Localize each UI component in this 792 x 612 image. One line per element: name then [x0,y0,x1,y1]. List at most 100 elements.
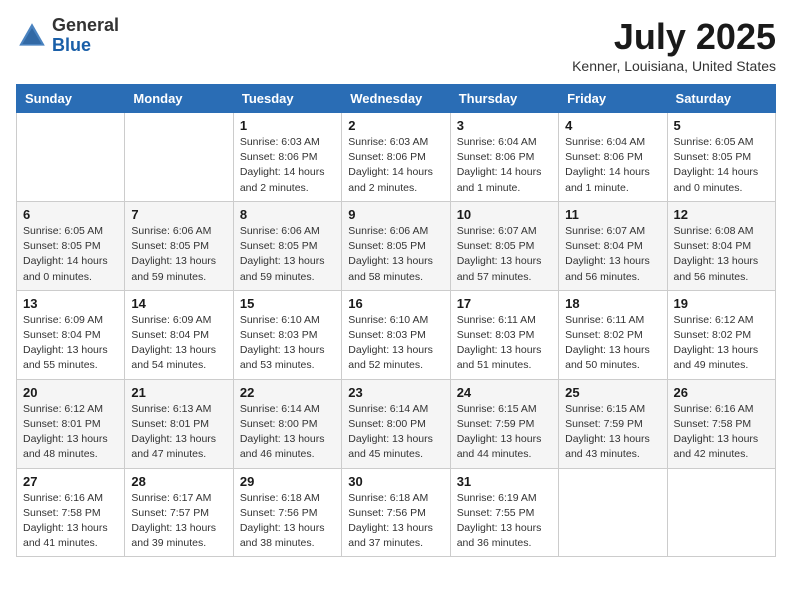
day-number: 19 [674,296,769,311]
page-header: General Blue July 2025 Kenner, Louisiana… [16,16,776,74]
table-row: 29 Sunrise: 6:18 AM Sunset: 7:56 PM Dayli… [233,468,341,557]
table-row: 3 Sunrise: 6:04 AM Sunset: 8:06 PM Daylig… [450,113,558,202]
day-number: 6 [23,207,118,222]
day-info: Sunrise: 6:18 AM Sunset: 7:56 PM Dayligh… [348,491,443,552]
table-row [559,468,667,557]
day-info: Sunrise: 6:05 AM Sunset: 8:05 PM Dayligh… [23,224,118,285]
week-row-3: 13 Sunrise: 6:09 AM Sunset: 8:04 PM Dayli… [17,290,776,379]
day-number: 24 [457,385,552,400]
day-info: Sunrise: 6:09 AM Sunset: 8:04 PM Dayligh… [23,313,118,374]
day-info: Sunrise: 6:05 AM Sunset: 8:05 PM Dayligh… [674,135,769,196]
week-row-4: 20Sunrise: 6:12 AM Sunset: 8:01 PM Dayli… [17,379,776,468]
day-info: Sunrise: 6:10 AM Sunset: 8:03 PM Dayligh… [240,313,335,374]
table-row [17,113,125,202]
table-row: 11Sunrise: 6:07 AM Sunset: 8:04 PM Dayli… [559,201,667,290]
day-number: 18 [565,296,660,311]
calendar-table: Sunday Monday Tuesday Wednesday Thursday… [16,84,776,557]
day-number: 17 [457,296,552,311]
day-info: Sunrise: 6:12 AM Sunset: 8:01 PM Dayligh… [23,402,118,463]
logo-text: General Blue [52,16,119,56]
title-block: July 2025 Kenner, Louisiana, United Stat… [572,16,776,74]
week-row-5: 27Sunrise: 6:16 AM Sunset: 7:58 PM Dayli… [17,468,776,557]
day-number: 1 [240,118,335,133]
header-sunday: Sunday [17,85,125,113]
day-info: Sunrise: 6:04 AM Sunset: 8:06 PM Dayligh… [457,135,552,196]
table-row: 26 Sunrise: 6:16 AM Sunset: 7:58 PM Dayli… [667,379,775,468]
day-info: Sunrise: 6:18 AM Sunset: 7:56 PM Dayligh… [240,491,335,552]
table-row: 1 Sunrise: 6:03 AM Sunset: 8:06 PM Daylig… [233,113,341,202]
day-info: Sunrise: 6:16 AM Sunset: 7:58 PM Dayligh… [674,402,769,463]
table-row: 5 Sunrise: 6:05 AM Sunset: 8:05 PM Daylig… [667,113,775,202]
logo-blue: Blue [52,35,91,55]
day-info: Sunrise: 6:07 AM Sunset: 8:05 PM Dayligh… [457,224,552,285]
day-info: Sunrise: 6:07 AM Sunset: 8:04 PM Dayligh… [565,224,660,285]
day-number: 3 [457,118,552,133]
day-info: Sunrise: 6:13 AM Sunset: 8:01 PM Dayligh… [131,402,226,463]
table-row: 24 Sunrise: 6:15 AM Sunset: 7:59 PM Dayli… [450,379,558,468]
table-row: 4 Sunrise: 6:04 AM Sunset: 8:06 PM Daylig… [559,113,667,202]
table-row: 16 Sunrise: 6:10 AM Sunset: 8:03 PM Dayli… [342,290,450,379]
day-number: 29 [240,474,335,489]
table-row: 13 Sunrise: 6:09 AM Sunset: 8:04 PM Dayli… [17,290,125,379]
day-info: Sunrise: 6:11 AM Sunset: 8:03 PM Dayligh… [457,313,552,374]
day-info: Sunrise: 6:11 AM Sunset: 8:02 PM Dayligh… [565,313,660,374]
logo-icon [16,20,48,52]
day-number: 28 [131,474,226,489]
table-row: 28 Sunrise: 6:17 AM Sunset: 7:57 PM Dayli… [125,468,233,557]
day-number: 8 [240,207,335,222]
day-number: 15 [240,296,335,311]
table-row: 15 Sunrise: 6:10 AM Sunset: 8:03 PM Dayli… [233,290,341,379]
day-number: 16 [348,296,443,311]
day-number: 10 [457,207,552,222]
day-info: Sunrise: 6:10 AM Sunset: 8:03 PM Dayligh… [348,313,443,374]
day-info: Sunrise: 6:15 AM Sunset: 7:59 PM Dayligh… [565,402,660,463]
table-row: 12Sunrise: 6:08 AM Sunset: 8:04 PM Dayli… [667,201,775,290]
week-row-1: 1 Sunrise: 6:03 AM Sunset: 8:06 PM Daylig… [17,113,776,202]
day-info: Sunrise: 6:03 AM Sunset: 8:06 PM Dayligh… [240,135,335,196]
day-number: 25 [565,385,660,400]
week-row-2: 6 Sunrise: 6:05 AM Sunset: 8:05 PM Daylig… [17,201,776,290]
day-info: Sunrise: 6:15 AM Sunset: 7:59 PM Dayligh… [457,402,552,463]
table-row: 9Sunrise: 6:06 AM Sunset: 8:05 PM Daylig… [342,201,450,290]
table-row: 14 Sunrise: 6:09 AM Sunset: 8:04 PM Dayli… [125,290,233,379]
day-number: 30 [348,474,443,489]
day-info: Sunrise: 6:06 AM Sunset: 8:05 PM Dayligh… [348,224,443,285]
table-row: 30 Sunrise: 6:18 AM Sunset: 7:56 PM Dayli… [342,468,450,557]
day-number: 26 [674,385,769,400]
table-row: 23 Sunrise: 6:14 AM Sunset: 8:00 PM Dayli… [342,379,450,468]
day-info: Sunrise: 6:14 AM Sunset: 8:00 PM Dayligh… [240,402,335,463]
table-row: 18 Sunrise: 6:11 AM Sunset: 8:02 PM Dayli… [559,290,667,379]
day-number: 22 [240,385,335,400]
table-row [125,113,233,202]
day-info: Sunrise: 6:04 AM Sunset: 8:06 PM Dayligh… [565,135,660,196]
header-saturday: Saturday [667,85,775,113]
day-info: Sunrise: 6:09 AM Sunset: 8:04 PM Dayligh… [131,313,226,374]
day-info: Sunrise: 6:06 AM Sunset: 8:05 PM Dayligh… [240,224,335,285]
header-monday: Monday [125,85,233,113]
location: Kenner, Louisiana, United States [572,58,776,74]
month-title: July 2025 [572,16,776,58]
logo-general: General [52,15,119,35]
table-row: 10 Sunrise: 6:07 AM Sunset: 8:05 PM Dayli… [450,201,558,290]
table-row: 2Sunrise: 6:03 AM Sunset: 8:06 PM Daylig… [342,113,450,202]
logo: General Blue [16,16,119,56]
table-row: 8 Sunrise: 6:06 AM Sunset: 8:05 PM Daylig… [233,201,341,290]
day-info: Sunrise: 6:06 AM Sunset: 8:05 PM Dayligh… [131,224,226,285]
day-number: 14 [131,296,226,311]
table-row: 20Sunrise: 6:12 AM Sunset: 8:01 PM Dayli… [17,379,125,468]
table-row: 7 Sunrise: 6:06 AM Sunset: 8:05 PM Daylig… [125,201,233,290]
table-row: 31Sunrise: 6:19 AM Sunset: 7:55 PM Dayli… [450,468,558,557]
day-info: Sunrise: 6:14 AM Sunset: 8:00 PM Dayligh… [348,402,443,463]
table-row [667,468,775,557]
day-number: 4 [565,118,660,133]
header-thursday: Thursday [450,85,558,113]
day-info: Sunrise: 6:17 AM Sunset: 7:57 PM Dayligh… [131,491,226,552]
table-row: 22 Sunrise: 6:14 AM Sunset: 8:00 PM Dayli… [233,379,341,468]
day-number: 31 [457,474,552,489]
header-wednesday: Wednesday [342,85,450,113]
day-number: 13 [23,296,118,311]
day-number: 7 [131,207,226,222]
day-number: 5 [674,118,769,133]
header-tuesday: Tuesday [233,85,341,113]
day-number: 23 [348,385,443,400]
